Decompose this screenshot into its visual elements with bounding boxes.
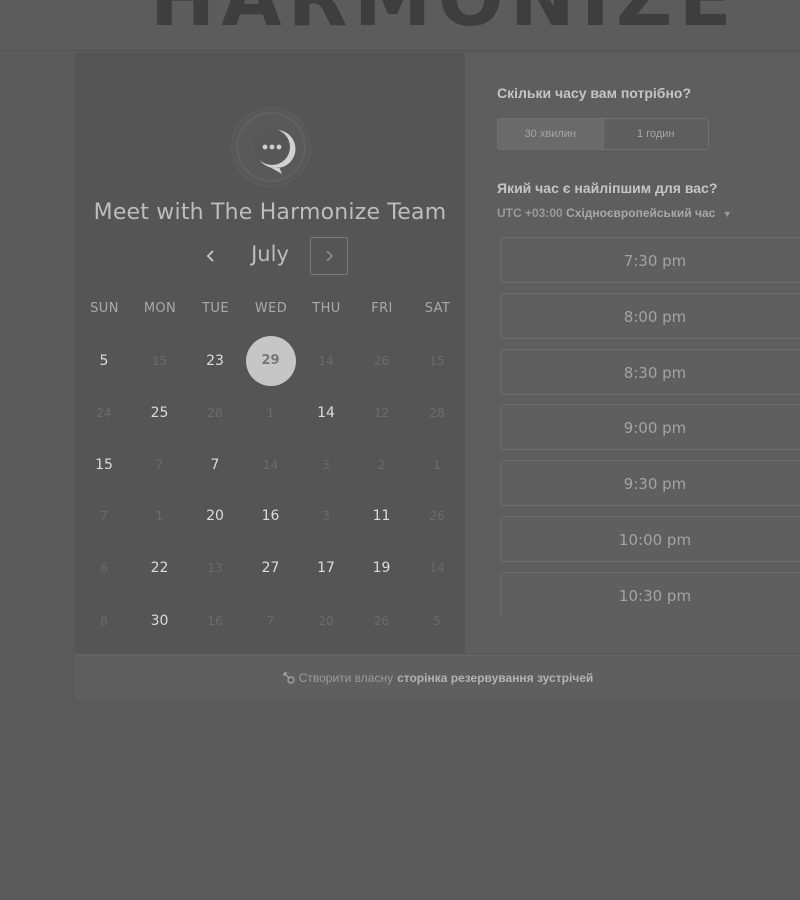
weekday-header: SUN MON TUE WED THU FRI SAT [75,301,465,321]
calendar-day: 7 [266,614,275,628]
time-question: Який час є найліпшим для вас? [497,180,718,196]
calendar-day: 7 [100,509,108,523]
calendar-day: 6 [100,561,108,575]
calendar-day: 8 [100,614,108,628]
calendar-day: 26 [373,614,390,628]
sprocket-icon [282,671,295,684]
calendar-day: 15 [429,354,445,368]
weekday-label: THU [312,301,341,316]
timezone-name: Східноєвропейський час [566,206,716,220]
weekday-label: SUN [90,301,119,316]
chat-bubble-avatar [231,107,311,187]
calendar-day[interactable]: 19 [357,543,407,593]
chevron-right-icon [326,250,334,262]
time-slot-button[interactable]: 8:30 pm [500,348,800,395]
calendar-day[interactable]: 17 [301,543,351,593]
calendar-day: 3 [322,509,330,523]
meeting-title: Meet with The Harmonize Team [93,200,447,225]
month-navigation: July [75,236,465,276]
booking-options-pane: Скільки часу вам потрібно? 30 хвилин 1 г… [465,53,800,653]
calendar-day[interactable]: 23 [190,336,240,386]
calendar-day[interactable]: 27 [246,543,296,593]
calendar-day: 15 [151,354,168,368]
calendar-day: 2 [377,458,386,472]
calendar-day[interactable]: 5 [79,336,129,386]
month-label: July [251,242,289,266]
time-slot-button[interactable]: 10:00 pm [500,516,800,562]
calendar-day[interactable]: 22 [135,543,185,593]
calendar-day[interactable]: 11 [357,491,407,541]
calendar-day: 14 [262,458,279,472]
calendar-day: 26 [373,354,390,368]
weekday-label: FRI [371,301,393,316]
calendar-day: 14 [318,354,334,368]
calendar-day: 20 [318,614,334,628]
calendar-day: 1 [266,406,275,420]
time-slot-button[interactable]: 9:00 pm [500,404,800,451]
footer-prefix: Створити власну [298,670,394,685]
weekday-label: MON [143,301,177,316]
calendar-day[interactable]: 25 [135,388,185,438]
time-slot-button[interactable]: 9:30 pm [500,460,800,507]
calendar-day[interactable]: 14 [301,388,351,438]
duration-30-tab[interactable]: 30 хвилин [498,119,604,149]
calendar-day: 13 [207,561,223,575]
calendar-day: 24 [96,406,112,420]
calendar-day: 26 [429,509,445,523]
chevron-left-icon [206,250,214,262]
weekday-label: SAT [424,301,451,316]
weekday-label: TUE [202,301,229,316]
top-header: HARMONIZE [0,0,800,51]
time-slot-button[interactable]: 7:30 pm [500,237,800,283]
calendar-day: 5 [433,614,441,628]
calendar-pane: Meet with The Harmonize Team July SUN MON… [75,53,465,653]
calendar-day: 28 [429,406,445,420]
calendar-day: 1 [433,458,441,472]
calendar-day[interactable]: 30 [135,596,185,646]
brand-logo: HARMONIZE [150,0,738,44]
footer-link-text: сторінка резервування зустрічей [397,670,594,685]
calendar-day[interactable]: 15 [79,440,129,490]
calendar-day: 16 [207,614,223,628]
chat-bubble-icon [236,112,306,182]
calendar-day: 3 [322,458,330,472]
duration-60-tab[interactable]: 1 годин [603,119,708,149]
selected-day[interactable]: 29 [245,336,296,386]
calendar-day: 1 [155,509,164,523]
duration-question: Скільки часу вам потрібно? [497,85,692,101]
calendar-day[interactable]: 16 [246,491,296,541]
previous-month-button[interactable] [195,238,227,274]
time-slot-button[interactable]: 10:30 pm [500,571,800,615]
calendar-day[interactable]: 7 [190,440,240,490]
create-booking-page-link[interactable]: Створити власну сторінка резервування зу… [75,656,800,699]
next-month-button[interactable] [310,237,348,275]
calendar-day: 28 [207,406,223,420]
calendar-day[interactable]: 20 [190,491,240,541]
calendar-day: 14 [429,561,445,575]
booking-card: Meet with The Harmonize Team July SUN MON… [75,53,800,653]
calendar-day: 7 [155,458,164,472]
time-slot-list[interactable]: 7:30 pm 8:00 pm 8:30 pm 9:00 pm 9:30 pm 10:00… [500,237,800,615]
time-slot-button[interactable]: 8:00 pm [500,292,800,339]
timezone-selector[interactable]: UTC +03:00 Східноєвропейський час ▼ [497,206,732,220]
caret-down-icon: ▼ [722,209,732,219]
weekday-label: WED [254,301,288,316]
timezone-offset: UTC +03:00 [497,206,563,220]
calendar-day: 12 [373,406,390,420]
duration-selector: 30 хвилин 1 годин [497,118,709,150]
footer-bar: Створити власну сторінка резервування зу… [75,655,800,699]
